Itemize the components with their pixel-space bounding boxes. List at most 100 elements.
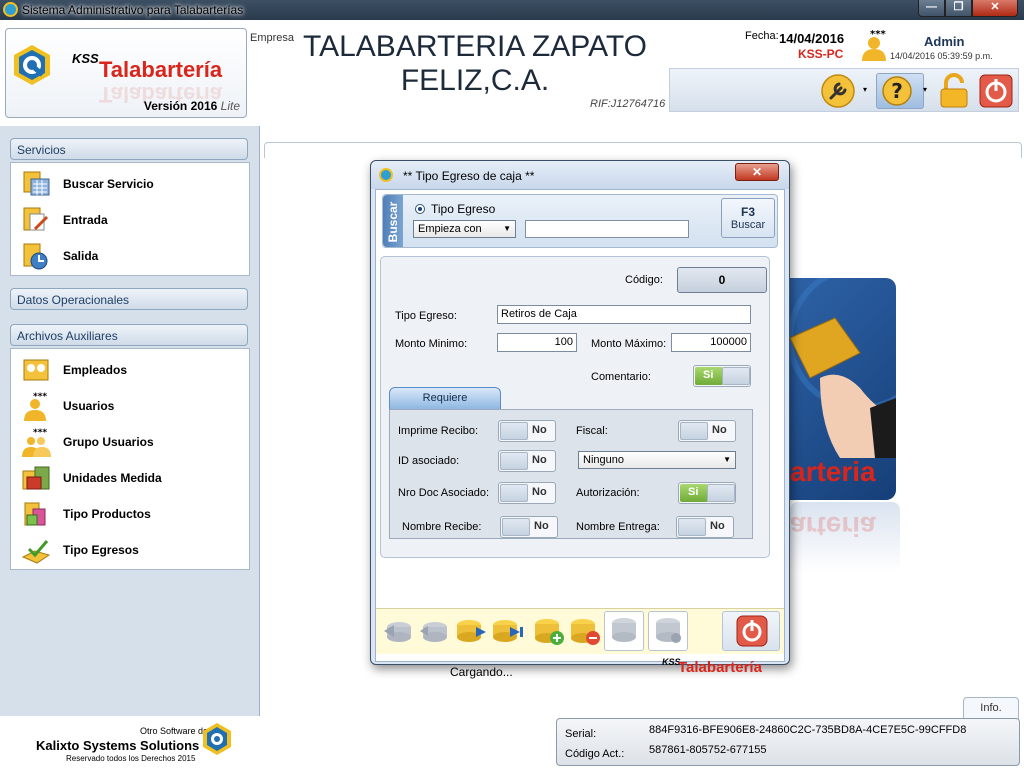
- save-record-button[interactable]: [604, 611, 644, 651]
- nav-label: Tipo Productos: [63, 507, 151, 521]
- last-record-icon[interactable]: [490, 615, 524, 647]
- group-servicios[interactable]: Servicios: [10, 138, 248, 160]
- fecha-label: Fecha:: [745, 30, 779, 42]
- vendor-branding: Otro Software de Kalixto Systems Solutio…: [0, 716, 260, 768]
- monto-maximo-label: Monto Máximo:: [591, 338, 667, 350]
- serial-value: 884F9316-BFE906E8-24860C2C-735BD8A-4CE7E…: [649, 724, 967, 736]
- add-record-icon[interactable]: [532, 615, 566, 647]
- imprime-recibo-label: Imprime Recibo:: [398, 425, 479, 437]
- fiscal-label: Fiscal:: [576, 425, 608, 437]
- fiscal-toggle[interactable]: No: [678, 420, 736, 442]
- id-asociado-label: ID asociado:: [398, 455, 460, 467]
- logo-name: Talabartería: [99, 57, 223, 82]
- wrench-menu-caret[interactable]: ▾: [863, 85, 867, 94]
- svg-text:?: ?: [891, 79, 903, 103]
- close-window-button[interactable]: ✕: [972, 0, 1018, 17]
- user-icon: ***: [862, 29, 886, 61]
- user-name: Admin: [924, 34, 965, 49]
- cancel-database-icon: [656, 618, 681, 643]
- wrench-icon[interactable]: [820, 73, 856, 109]
- dialog-titlebar[interactable]: ** Tipo Egreso de caja ** ✕: [371, 161, 789, 189]
- dialog-brand-name: Talabartería: [678, 659, 762, 676]
- search-mode-select[interactable]: Empieza con ▼: [413, 220, 516, 238]
- nav-tipo-productos[interactable]: Tipo Productos: [21, 495, 241, 529]
- search-vertical-tab[interactable]: Buscar: [383, 195, 403, 247]
- pc-name: KSS-PC: [798, 47, 844, 61]
- expenses-icon: [21, 540, 51, 564]
- window-titlebar: Sistema Administrativo para Talabartería…: [0, 0, 1024, 20]
- dialog-close-button[interactable]: ✕: [735, 163, 779, 181]
- help-button[interactable]: ?: [876, 73, 924, 109]
- autorizacion-label: Autorización:: [576, 487, 640, 499]
- company-name: TALABARTERIA ZAPATO FELIZ,C.A.: [303, 30, 647, 97]
- nombre-recibe-label: Nombre Recibe:: [402, 521, 482, 533]
- radio-label: Tipo Egreso: [431, 202, 496, 216]
- dialog-title: ** Tipo Egreso de caja **: [403, 169, 535, 183]
- group-datos-operacionales[interactable]: Datos Operacionales: [10, 288, 248, 310]
- nav-usuarios[interactable]: *** Usuarios: [21, 387, 241, 421]
- help-menu-caret[interactable]: ▾: [923, 85, 927, 94]
- search-input[interactable]: [525, 220, 689, 238]
- imprime-recibo-toggle[interactable]: No: [498, 420, 556, 442]
- lock-icon[interactable]: [936, 73, 972, 109]
- dialog-body: Buscar Tipo Egreso Empieza con ▼ F3 Busca…: [375, 189, 785, 679]
- rights-label: Reservado todos los Derechos 2015: [66, 754, 196, 763]
- app-header: KSS Talabartería Talabartería Versión 20…: [0, 20, 1024, 120]
- next-record-icon[interactable]: [454, 615, 488, 647]
- id-asociado-toggle[interactable]: No: [498, 450, 556, 472]
- tipo-egreso-dialog: ** Tipo Egreso de caja ** ✕ Buscar Tipo …: [370, 160, 790, 679]
- tipo-egreso-radio[interactable]: [415, 204, 425, 214]
- power-icon[interactable]: [978, 73, 1014, 109]
- user-group-icon: ***: [22, 428, 51, 457]
- previous-record-icon[interactable]: [418, 615, 452, 647]
- activation-code-value: 587861-805752-677155: [649, 744, 767, 756]
- nav-grupo-usuarios[interactable]: *** Grupo Usuarios: [21, 423, 241, 457]
- help-icon: ?: [882, 76, 912, 106]
- vendor-name: Kalixto Systems Solutions: [36, 738, 200, 753]
- nav-label: Entrada: [63, 213, 108, 227]
- nav-buscar-servicio[interactable]: Buscar Servicio: [21, 165, 241, 199]
- monto-minimo-label: Monto Minimo:: [395, 338, 468, 350]
- delete-record-icon[interactable]: [568, 615, 602, 647]
- license-panel: Serial: 884F9316-BFE906E8-24860C2C-735BD…: [556, 718, 1020, 766]
- nav-tipo-egresos[interactable]: Tipo Egresos: [21, 531, 241, 565]
- monto-maximo-field[interactable]: 100000: [671, 333, 751, 352]
- group-archivos-auxiliares[interactable]: Archivos Auxiliares: [10, 324, 248, 346]
- status-text: Cargando...: [450, 665, 513, 679]
- form-panel: Código: 0 Tipo Egreso: Retiros de Caja M…: [380, 256, 770, 558]
- id-asociado-select[interactable]: Ninguno ▼: [578, 451, 736, 469]
- monto-minimo-field[interactable]: 100: [497, 333, 577, 352]
- grupo-usuarios-stars: ***: [33, 428, 47, 438]
- nav-entrada[interactable]: Entrada: [21, 201, 241, 235]
- tab-requiere[interactable]: Requiere: [389, 387, 501, 409]
- nav-empleados[interactable]: Empleados: [21, 351, 241, 385]
- comentario-toggle[interactable]: Si: [693, 365, 751, 387]
- autorizacion-toggle[interactable]: Si: [678, 482, 736, 504]
- record-toolbar: [376, 608, 784, 654]
- group-archivos-body: Empleados *** Usuarios *** Grupo Usuario…: [10, 348, 250, 570]
- nombre-recibe-toggle[interactable]: No: [500, 516, 558, 538]
- other-software-label: Otro Software de: [140, 726, 209, 736]
- tipo-egreso-field[interactable]: Retiros de Caja: [497, 305, 751, 324]
- nombre-entrega-toggle[interactable]: No: [676, 516, 734, 538]
- maximize-button[interactable]: ❐: [945, 0, 972, 17]
- minimize-button[interactable]: —: [918, 0, 945, 17]
- units-icon: [22, 466, 50, 490]
- left-sidebar: Servicios Buscar Servicio Entrada Salida…: [0, 126, 260, 716]
- nro-doc-asociado-toggle[interactable]: No: [498, 482, 556, 504]
- exit-dialog-button[interactable]: [722, 611, 780, 651]
- activation-code-label: Código Act.:: [565, 748, 625, 760]
- codigo-value: 0: [677, 267, 767, 293]
- fecha-value: 14/04/2016: [779, 31, 845, 46]
- nav-salida[interactable]: Salida: [21, 237, 241, 271]
- nav-label: Buscar Servicio: [63, 177, 154, 191]
- first-record-icon[interactable]: [382, 615, 416, 647]
- nav-unidades-medida[interactable]: Unidades Medida: [21, 459, 241, 493]
- f3-search-button[interactable]: F3 Buscar: [721, 198, 775, 238]
- info-tab[interactable]: Info.: [963, 697, 1019, 719]
- main-toolbar: ▾ ? ▾: [669, 68, 1019, 112]
- cancel-record-button[interactable]: [648, 611, 688, 651]
- version-label: Versión 2016 Lite: [143, 99, 240, 113]
- logo-q-icon: [14, 45, 50, 85]
- leather-hand-icon: [787, 278, 896, 458]
